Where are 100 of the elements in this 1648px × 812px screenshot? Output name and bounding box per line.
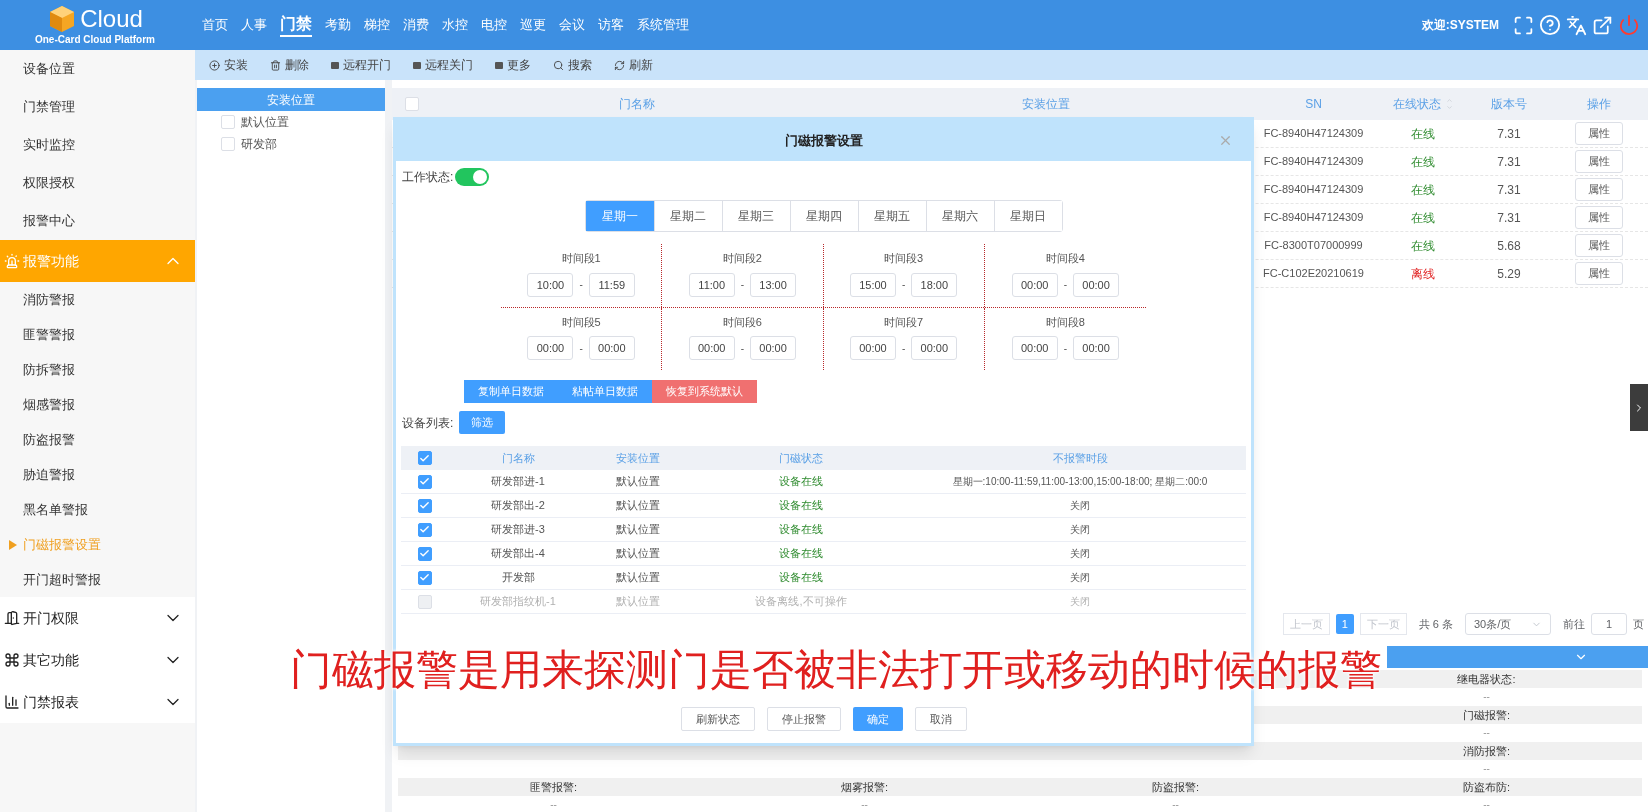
sidebar-item[interactable]: 报警中心 (23, 211, 75, 231)
sidebar-item[interactable]: 消防警报 (23, 289, 75, 310)
table-cell-text: 关闭 (1070, 547, 1090, 561)
field-value: -- (1483, 725, 1490, 740)
checkbox[interactable] (417, 570, 432, 585)
time-field[interactable]: 00:00 (911, 336, 958, 360)
field-label: 门磁报警: (1462, 707, 1511, 723)
field-label: 工作状态: (402, 169, 454, 186)
time-field[interactable]: 00:00 (527, 336, 574, 360)
sidebar-item[interactable]: 防盗报警 (23, 429, 75, 450)
checkbox[interactable] (417, 522, 432, 537)
properties-button[interactable]: 属性 (1575, 178, 1623, 201)
table-cell-text: 7.31 (1497, 209, 1521, 227)
toolbar-button[interactable]: 远程开门 (331, 56, 391, 74)
page-size-select[interactable]: 30条/页 (1465, 613, 1551, 635)
toolbar-button[interactable]: 刷新 (614, 56, 653, 74)
checkbox[interactable] (417, 498, 432, 513)
time-separator: - (579, 341, 583, 356)
checkbox[interactable] (417, 546, 432, 561)
table-cell-text: 研发部进-1 (491, 474, 545, 490)
time-field[interactable]: 11:59 (588, 272, 635, 297)
column-header: 在线状态 (1392, 96, 1441, 113)
sidebar-group[interactable]: 其它功能 (0, 639, 195, 681)
time-separator: - (901, 278, 906, 292)
time-field[interactable]: 00:00 (588, 336, 635, 360)
dialog-button[interactable]: 刷新状态 (680, 707, 755, 731)
time-field[interactable]: 00:00 (849, 336, 896, 360)
time-field[interactable]: 00:00 (1073, 272, 1120, 297)
fullscreen-icon[interactable] (1513, 14, 1534, 36)
toolbar-button[interactable]: 安装 (209, 56, 248, 74)
time-field[interactable]: 15:00 (849, 272, 896, 297)
time-separator: - (1063, 341, 1068, 356)
plus-circle-icon (209, 59, 220, 71)
properties-button[interactable]: 属性 (1575, 262, 1623, 285)
toolbar-button[interactable]: 更多 (495, 56, 531, 74)
help-icon[interactable] (1539, 14, 1561, 36)
time-separator: - (579, 278, 583, 292)
time-field[interactable]: 00:00 (750, 336, 797, 360)
time-field[interactable]: 18:00 (911, 272, 958, 297)
field-value: -- (1172, 797, 1179, 812)
table-cell-text: 7.31 (1497, 153, 1521, 171)
time-separator: - (901, 341, 906, 356)
panel-header: 安装位置 (197, 88, 385, 111)
period-label: 时间段7 (884, 314, 924, 330)
properties-button[interactable]: 属性 (1575, 234, 1623, 257)
sidebar-item[interactable]: 权限授权 (23, 173, 75, 193)
dialog-button[interactable]: 取消 (914, 707, 967, 731)
time-field[interactable]: 13:00 (750, 272, 797, 297)
time-field[interactable]: 10:00 (527, 272, 574, 297)
time-field[interactable]: 00:00 (1011, 336, 1058, 360)
sidebar-group[interactable]: 开门权限 (0, 597, 195, 639)
properties-button[interactable]: 属性 (1575, 150, 1623, 173)
field-value: -- (1483, 797, 1490, 812)
weekday-tab[interactable]: 星期日 (993, 201, 1062, 231)
time-separator: - (740, 278, 745, 292)
close-icon[interactable] (1218, 133, 1233, 148)
sidebar-item[interactable]: 黑名单警报 (23, 499, 88, 520)
tree-item[interactable]: 默认位置 (241, 113, 289, 131)
dialog-button[interactable]: 停止报警 (766, 707, 841, 731)
time-field[interactable]: 00:00 (1073, 336, 1120, 360)
goto-page-field[interactable]: 1 (1591, 613, 1627, 635)
table-cell-text: 研发部出-4 (491, 546, 545, 562)
toolbar-button[interactable]: 搜索 (553, 56, 592, 74)
period-label: 时间段2 (722, 251, 762, 266)
translate-icon[interactable] (1566, 14, 1587, 36)
door-icon (4, 610, 20, 626)
sidebar-item[interactable]: 门禁管理 (23, 97, 75, 117)
sidebar-item[interactable]: 开门超时警报 (23, 569, 101, 590)
sidebar-item[interactable]: 防拆警报 (23, 359, 75, 380)
search-icon (553, 59, 564, 71)
time-field[interactable]: 00:00 (688, 336, 735, 360)
square-icon (413, 61, 421, 69)
sidebar-item[interactable]: 实时监控 (23, 135, 75, 155)
external-link-icon[interactable] (1592, 14, 1613, 36)
checkbox[interactable] (417, 474, 432, 489)
properties-button[interactable]: 属性 (1575, 122, 1623, 145)
table-cell-text: 研发部进-3 (491, 522, 545, 538)
time-field[interactable]: 00:00 (1011, 272, 1058, 297)
time-field[interactable]: 11:00 (688, 272, 735, 297)
properties-button[interactable]: 属性 (1575, 206, 1623, 229)
column-header: 版本号 (1491, 96, 1527, 113)
status-text: 在线 (1411, 125, 1435, 143)
toggle-switch[interactable] (455, 168, 490, 186)
side-panel-toggle[interactable] (1630, 384, 1648, 431)
checkbox[interactable] (417, 451, 432, 465)
table-cell-text: 5.68 (1497, 237, 1521, 255)
tree-item[interactable]: 研发部 (241, 135, 277, 153)
sidebar-item[interactable]: 设备位置 (23, 59, 75, 79)
refresh-icon (614, 59, 625, 71)
sidebar-item[interactable]: 烟感警报 (23, 394, 75, 415)
table-cell-text: 星期一:10:00-11:59,11:00-13:00,15:00-18:00; 星期二:00:0 (952, 475, 1208, 489)
sidebar-item[interactable]: 匪警警报 (23, 324, 75, 345)
table-cell-text: 关闭 (1070, 571, 1090, 585)
sidebar-item[interactable]: 胁迫警报 (23, 464, 75, 485)
logo-text: Cloud (80, 6, 143, 32)
column-header: 门名称 (501, 450, 535, 466)
toolbar-button[interactable]: 远程关门 (413, 56, 473, 74)
table-cell-text: 默认位置 (616, 522, 660, 538)
sidebar-group[interactable]: 门禁报表 (0, 681, 195, 723)
toolbar-button[interactable]: 删除 (270, 56, 309, 74)
